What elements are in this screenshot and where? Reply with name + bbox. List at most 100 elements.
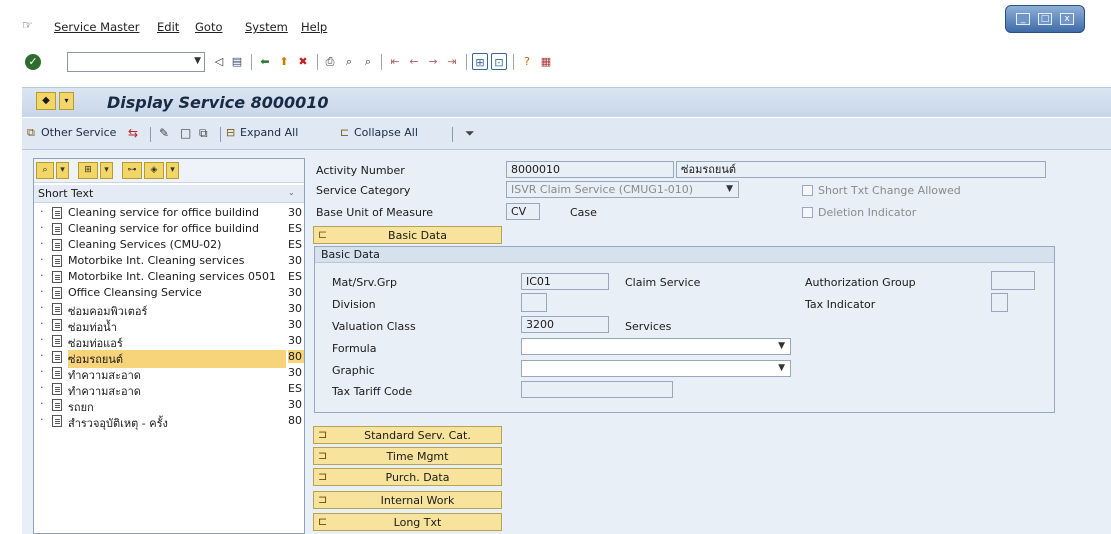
prev-page-icon[interactable]: ←: [406, 53, 422, 70]
activity-number-field[interactable]: 8000010: [506, 161, 674, 178]
document-icon: [52, 351, 62, 363]
separator: [220, 127, 221, 142]
find-icon[interactable]: ⌕: [341, 53, 357, 70]
find-next-icon[interactable]: ⌕: [360, 53, 376, 70]
transaction-icon[interactable]: ◆: [36, 92, 56, 110]
cancel-icon[interactable]: ✖: [295, 53, 311, 70]
print-icon[interactable]: ⎙: [322, 53, 338, 70]
purch-data-button[interactable]: ⊐ Purch. Data: [313, 468, 502, 486]
long-txt-button[interactable]: ⊏ Long Txt: [313, 513, 502, 531]
tree-row[interactable]: · Office Cleansing Service 30: [34, 285, 304, 301]
standard-serv-cat-button[interactable]: ⊐ Standard Serv. Cat.: [313, 426, 502, 444]
next-page-icon[interactable]: →: [425, 53, 441, 70]
menu-service-master[interactable]: Service Master: [54, 20, 139, 34]
service-category-label: Service Category: [316, 184, 411, 197]
chevron-down-icon[interactable]: ▼: [726, 182, 733, 197]
tax-tariff-code-field[interactable]: [521, 381, 673, 398]
chevron-down-icon[interactable]: ▾: [59, 92, 74, 110]
base-uom-field[interactable]: CV: [506, 203, 540, 220]
application-toolbar: ⧉ Other Service ⇆ ✎ □ ⧉ ⊟ Expand All ⊏ Coll…: [22, 118, 1111, 150]
menu-bar: ☞ Service Master Edit Goto System Help _…: [0, 0, 1111, 42]
tax-indicator-field[interactable]: [991, 293, 1008, 312]
menu-help[interactable]: Help: [301, 20, 327, 34]
command-field[interactable]: ▼: [67, 52, 205, 72]
exit-icon[interactable]: ⬆: [276, 53, 292, 70]
tree-row[interactable]: · ซ่อมท่อแอร์ 30: [34, 333, 304, 350]
chevron-down-icon[interactable]: ▼: [778, 361, 785, 376]
help-icon[interactable]: ?: [519, 53, 535, 70]
deletion-indicator-label: Deletion Indicator: [818, 206, 917, 219]
tree-rows: · Cleaning service for office buildind 30 …: [34, 205, 304, 430]
expand-icon: ⊟: [226, 126, 236, 139]
back-nav-icon[interactable]: ⬅: [257, 53, 273, 70]
expand-all-button[interactable]: ⊟ Expand All: [226, 126, 298, 139]
shortcut-icon[interactable]: ⊡: [491, 53, 507, 70]
mat-srv-grp-field[interactable]: IC01: [521, 273, 609, 290]
back-icon[interactable]: ◁: [211, 53, 227, 70]
deletion-indicator-checkbox[interactable]: [802, 207, 813, 218]
window-controls: _ □ x: [1005, 5, 1085, 33]
filter-icon[interactable]: ⏷: [465, 126, 475, 141]
graphic-label: Graphic: [332, 364, 375, 377]
chevron-down-icon[interactable]: ▾: [166, 162, 179, 179]
switch-icon[interactable]: ⇆: [128, 126, 138, 140]
column-resize-icon[interactable]: ⌄: [288, 188, 295, 197]
time-mgmt-button[interactable]: ⊐ Time Mgmt: [313, 447, 502, 465]
copy-icon[interactable]: ⧉: [199, 126, 208, 141]
last-page-icon[interactable]: ⇥: [444, 53, 460, 70]
tree-row[interactable]: · Cleaning service for office buildind 30: [34, 205, 304, 221]
formula-select[interactable]: ▼: [521, 338, 791, 355]
hierarchy-icon[interactable]: ⊶: [122, 162, 142, 179]
enter-icon[interactable]: ✓: [25, 54, 41, 70]
new-session-icon[interactable]: ⊞: [472, 53, 488, 70]
menu-edit[interactable]: Edit: [157, 20, 179, 34]
document-icon: [52, 319, 62, 331]
menu-goto[interactable]: Goto: [195, 20, 223, 34]
tree-row[interactable]: · ทำความสะอาด 30: [34, 365, 304, 382]
division-field[interactable]: [521, 293, 547, 312]
close-icon[interactable]: x: [1060, 13, 1074, 25]
tree-row[interactable]: · รถยก 30: [34, 397, 304, 414]
short-txt-change-checkbox[interactable]: [802, 185, 813, 196]
basic-data-toggle-button[interactable]: ⊏ Basic Data: [313, 226, 502, 244]
internal-work-button[interactable]: ⊐ Internal Work: [313, 491, 502, 509]
grid-icon[interactable]: ⊞: [78, 162, 98, 179]
authorization-group-field[interactable]: [991, 271, 1035, 290]
document-icon: [52, 399, 62, 411]
menu-system[interactable]: System: [245, 20, 288, 34]
valuation-class-field[interactable]: 3200: [521, 316, 609, 333]
menu-icon[interactable]: ☞: [22, 18, 36, 32]
create-icon[interactable]: □: [180, 126, 191, 140]
tree-row[interactable]: · สำรวจอุบัติเหตุ - ครั้ง 80: [34, 413, 304, 430]
page-title: Display Service 8000010: [107, 93, 329, 112]
collapse-all-button[interactable]: ⊏ Collapse All: [340, 126, 418, 139]
tree-row-selected[interactable]: · ซ่อมรถยนต์ 80: [34, 349, 304, 368]
save-icon[interactable]: ▤: [229, 53, 245, 70]
layout-icon[interactable]: ◈: [144, 162, 164, 179]
chevron-down-icon[interactable]: ▾: [56, 162, 69, 179]
tree-row[interactable]: · ทำความสะอาด ES: [34, 381, 304, 398]
mat-srv-grp-label: Mat/Srv.Grp: [332, 276, 397, 289]
document-icon: [52, 335, 62, 347]
tree-row[interactable]: · Motorbike Int. Cleaning services 30: [34, 253, 304, 269]
minimize-icon[interactable]: _: [1016, 13, 1030, 25]
other-service-button[interactable]: ⧉ Other Service: [27, 126, 116, 140]
tree-row[interactable]: · ซ่อมคอมพิวเตอร์ 30: [34, 301, 304, 318]
chevron-down-icon[interactable]: ▼: [194, 56, 201, 66]
find-icon[interactable]: ⌕: [36, 162, 54, 179]
graphic-select[interactable]: ▼: [521, 360, 791, 377]
tree-row[interactable]: · Motorbike Int. Cleaning services 0501 ES: [34, 269, 304, 285]
activity-text-field[interactable]: ซ่อมรถยนต์: [676, 161, 1046, 178]
tree-row[interactable]: · Cleaning Services (CMU-02) ES: [34, 237, 304, 253]
service-category-select[interactable]: ISVR Claim Service (CMUG1-010) ▼: [506, 181, 739, 198]
tree-row[interactable]: · ซ่อมท่อน้ำ 30: [34, 317, 304, 334]
chevron-down-icon[interactable]: ▾: [100, 162, 113, 179]
first-page-icon[interactable]: ⇤: [387, 53, 403, 70]
tree-row[interactable]: · Cleaning service for office buildind ES: [34, 221, 304, 237]
tree-header[interactable]: Short Text ⌄: [34, 185, 304, 203]
maximize-icon[interactable]: □: [1038, 13, 1052, 25]
layout-icon[interactable]: ▦: [538, 53, 554, 70]
edit-icon[interactable]: ✎: [159, 126, 169, 140]
formula-label: Formula: [332, 342, 377, 355]
chevron-down-icon[interactable]: ▼: [778, 339, 785, 354]
